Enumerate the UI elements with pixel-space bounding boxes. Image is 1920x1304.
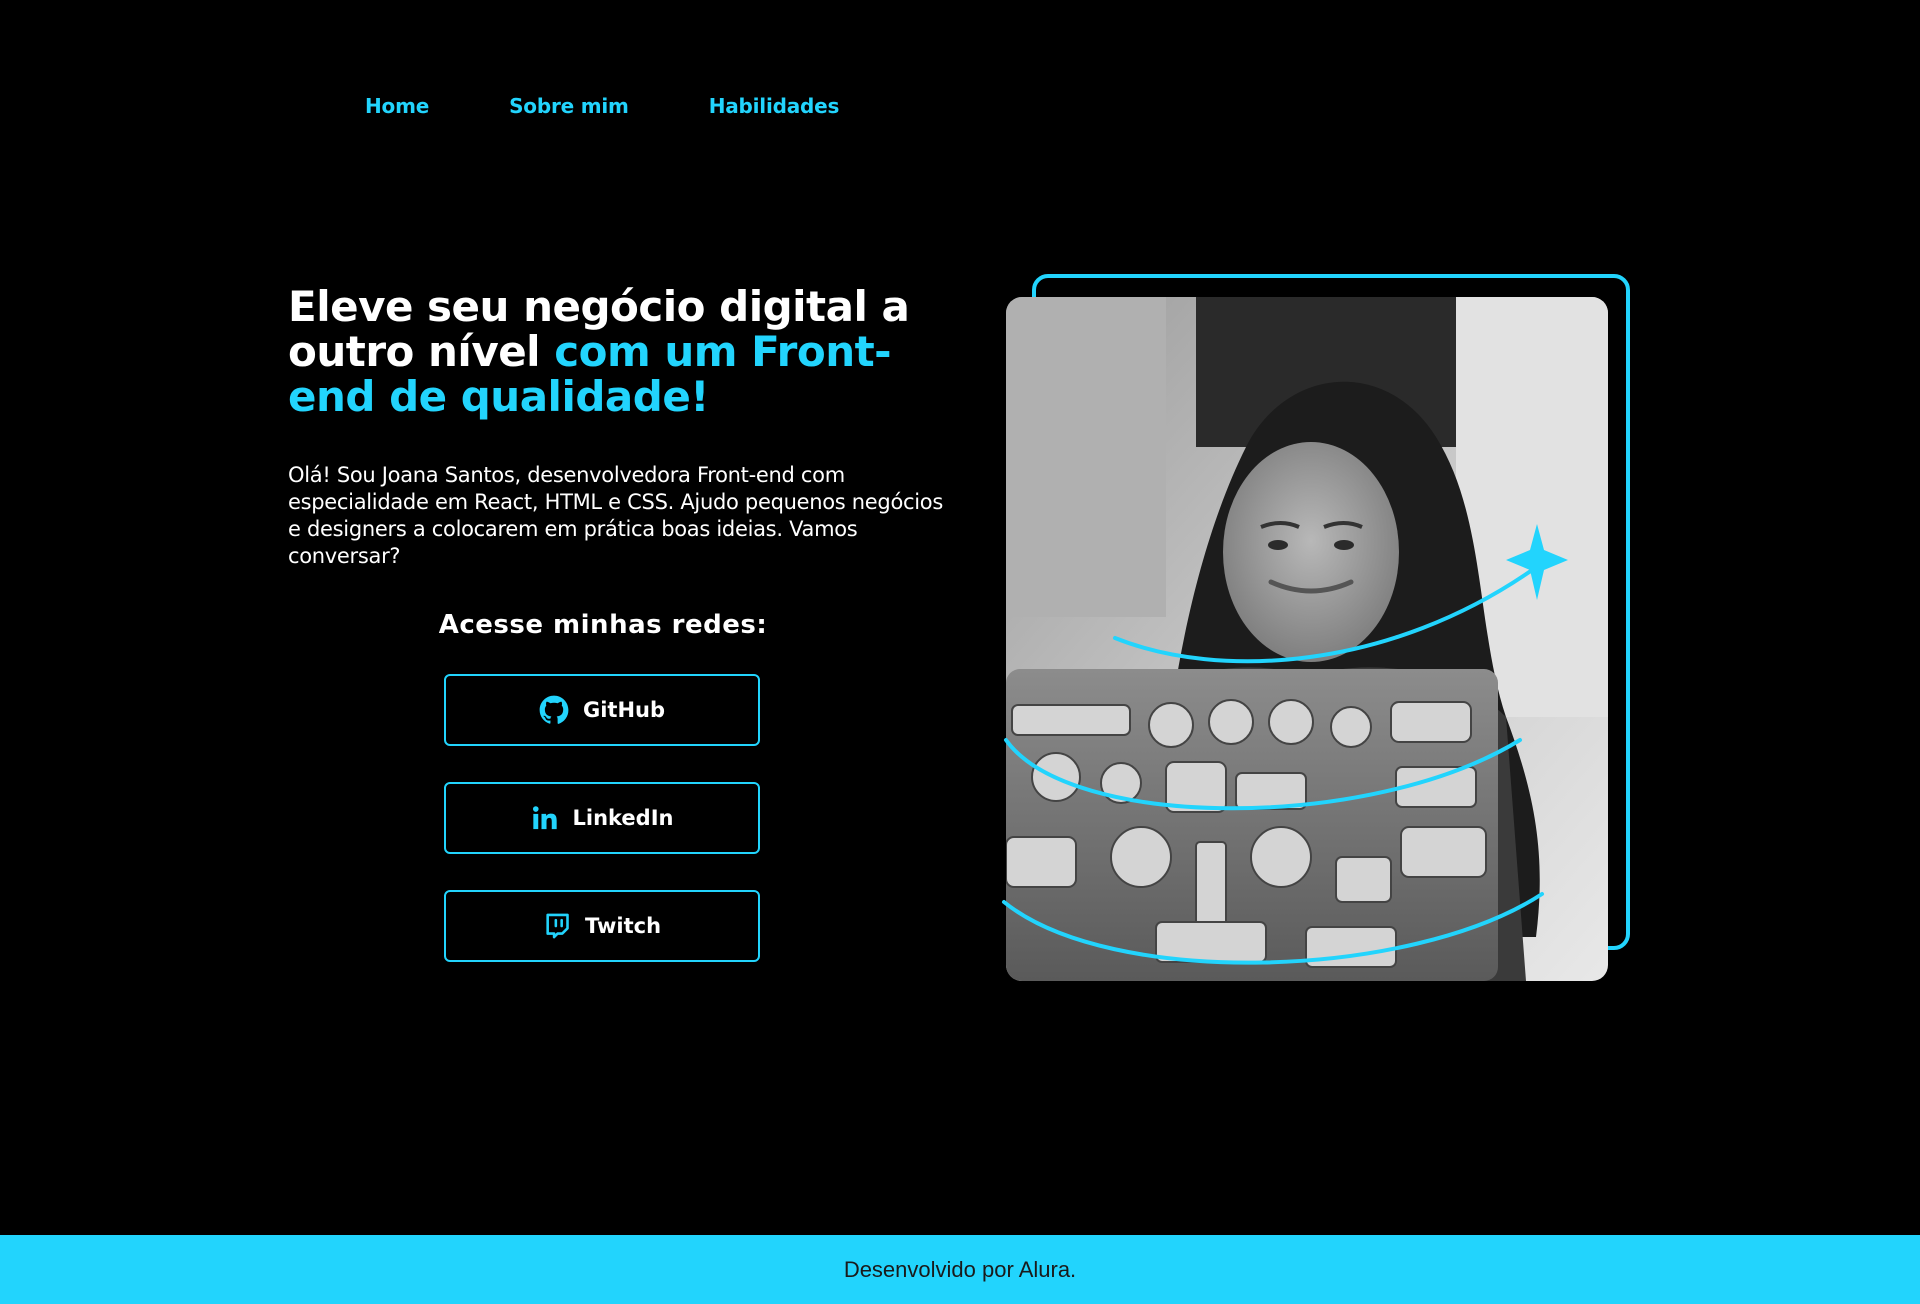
twitch-icon <box>543 912 571 940</box>
footer-text: Desenvolvido por Alura. <box>843 1256 1077 1282</box>
github-button[interactable]: GitHub <box>444 674 760 746</box>
twitch-label: Twitch <box>584 914 662 938</box>
social-heading: Acesse minhas redes: <box>438 610 768 640</box>
hero-title: Eleve seu negócio digital a outro nível … <box>288 284 948 419</box>
nav-link-sobre-mim[interactable]: Sobre mim <box>509 94 629 118</box>
nav-link-home[interactable]: Home <box>365 94 429 118</box>
github-label: GitHub <box>582 698 666 722</box>
linkedin-label: LinkedIn <box>572 806 674 830</box>
twitch-button[interactable]: Twitch <box>444 890 760 962</box>
nav-link-habilidades[interactable]: Habilidades <box>709 94 840 118</box>
linkedin-button[interactable]: LinkedIn <box>444 782 760 854</box>
profile-photo <box>1006 297 1608 981</box>
hero-description: Olá! Sou Joana Santos, desenvolvedora Fr… <box>288 463 943 568</box>
linkedin-icon <box>531 804 559 832</box>
github-icon <box>539 695 569 725</box>
main-nav: Home Sobre mim Habilidades <box>365 94 839 118</box>
footer: Desenvolvido por Alura. <box>0 1235 1920 1304</box>
